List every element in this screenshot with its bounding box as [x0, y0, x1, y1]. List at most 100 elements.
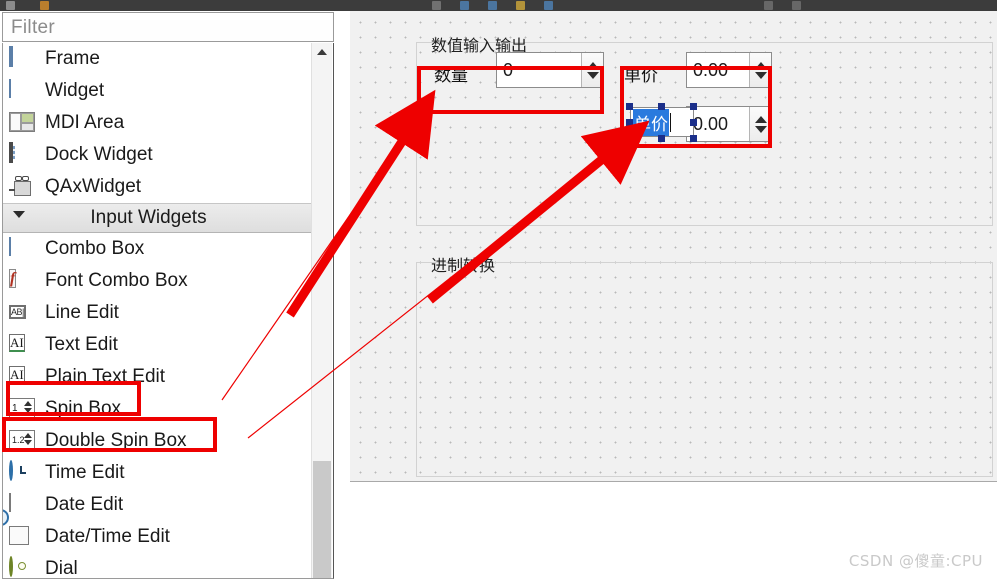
unit-price-spin-box[interactable]: 0.00 — [686, 52, 772, 88]
group-box-title: 进制转换 — [431, 258, 496, 275]
toolbar-icon-8[interactable] — [764, 1, 773, 10]
widget-item-label: Dock Widget — [45, 144, 153, 165]
designer-canvas-panel: 数值输入输出 进制转换 数量 0 单价 0.00 0.00 单价 CSDN @傻… — [338, 11, 997, 579]
selection-handle-bottom-right[interactable] — [690, 135, 697, 142]
widget-item-label: Frame — [45, 48, 100, 69]
double-spin-box-icon: 1.2 — [9, 430, 35, 452]
selection-handle-top-right[interactable] — [690, 103, 697, 110]
quantity-spin-box[interactable]: 0 — [496, 52, 604, 88]
line-edit-glyph: AB| — [9, 305, 26, 319]
widget-item-label: Dial — [45, 558, 78, 579]
plain-text-edit-glyph: AI — [9, 366, 25, 383]
selection-handle-mid-left[interactable] — [626, 119, 633, 126]
font-combo-box-icon: f — [9, 269, 35, 292]
widget-item-font-combo-box[interactable]: f Font Combo Box — [3, 265, 314, 297]
widget-item-label: QAxWidget — [45, 176, 142, 197]
widget-item-label: Date Edit — [45, 494, 124, 515]
quantity-spin-buttons[interactable] — [581, 53, 603, 87]
group-header-input-widgets[interactable]: Input Widgets — [3, 203, 314, 233]
toolbar-icon-7[interactable] — [544, 1, 553, 10]
widget-item-dial[interactable]: Dial — [3, 553, 314, 579]
widget-item-date-edit[interactable]: Date Edit — [3, 489, 314, 521]
unit-price-spin-box-value: 0.00 — [693, 59, 729, 80]
watermark: CSDN @傻童:CPU — [848, 552, 983, 570]
widget-item-label: Plain Text Edit — [45, 366, 166, 387]
widget-item-label: Widget — [45, 80, 105, 101]
widget-item-label: Date/Time Edit — [45, 526, 170, 547]
widget-item-label: Line Edit — [45, 302, 119, 323]
date-edit-icon — [9, 493, 35, 516]
widget-item-line-edit[interactable]: AB| Line Edit — [3, 297, 314, 329]
time-edit-icon — [9, 460, 35, 484]
line-edit-icon: AB| — [9, 302, 35, 324]
chevron-down-icon — [13, 211, 25, 218]
widget-item-label: Time Edit — [45, 462, 125, 483]
frame-icon — [9, 46, 35, 70]
toolbar-icon-5[interactable] — [488, 1, 497, 10]
unit-price-spin-buttons-2[interactable] — [749, 107, 771, 141]
scrollbar-thumb[interactable] — [313, 461, 331, 578]
mdi-area-icon — [9, 112, 35, 134]
widget-item-label: Text Edit — [45, 334, 118, 355]
plain-text-edit-icon: AI — [9, 366, 35, 388]
font-combo-glyph: f — [9, 269, 17, 288]
selection-handle-mid-right[interactable] — [690, 119, 697, 126]
app-root: Filter Frame Widget MDI Area Dock Widget… — [0, 0, 997, 579]
selection-handle-top-left[interactable] — [626, 103, 633, 110]
widget-item-plain-text-edit[interactable]: AI Plain Text Edit — [3, 361, 314, 393]
double-spin-box-glyph-value: 1.2 — [12, 435, 25, 445]
filter-input-wrapper[interactable]: Filter — [2, 12, 334, 42]
quantity-spin-box-value: 0 — [503, 59, 514, 80]
widget-item-frame[interactable]: Frame — [3, 43, 314, 75]
widget-box-panel: Filter Frame Widget MDI Area Dock Widget… — [0, 11, 338, 579]
text-edit-glyph: AI — [9, 334, 25, 352]
inline-label-editor[interactable]: 单价 — [630, 107, 694, 137]
widget-item-date-time-edit[interactable]: Date/Time Edit — [3, 509, 314, 553]
unit-price-label[interactable]: 单价 — [624, 61, 658, 86]
selection-handle-top-center[interactable] — [658, 103, 665, 110]
widget-list-scrollbar[interactable] — [311, 43, 332, 578]
selection-handle-bottom-center[interactable] — [658, 135, 665, 142]
inline-editor-selected-text: 单价 — [633, 108, 669, 136]
widget-item-text-edit[interactable]: AI Text Edit — [3, 329, 314, 361]
widget-item-time-edit[interactable]: Time Edit — [3, 457, 314, 489]
widget-item-widget[interactable]: Widget — [3, 75, 314, 107]
group-box-radix-conversion[interactable]: 进制转换 — [416, 258, 993, 477]
dock-widget-icon — [9, 142, 35, 166]
scroll-up-arrow-icon[interactable] — [312, 43, 332, 61]
toolbar-icon-6[interactable] — [516, 1, 525, 10]
dial-icon — [9, 556, 35, 578]
toolbar-icon-2[interactable] — [40, 1, 49, 10]
selection-handle-bottom-left[interactable] — [626, 135, 633, 142]
widget-item-dock-widget[interactable]: Dock Widget — [3, 139, 314, 171]
widget-item-label: MDI Area — [45, 112, 125, 133]
widget-item-double-spin-box[interactable]: 1.2 Double Spin Box — [3, 425, 314, 457]
filter-placeholder: Filter — [11, 17, 56, 38]
toolbar-icon-9[interactable] — [792, 1, 801, 10]
combo-box-icon — [3, 237, 35, 260]
toolbar-icon-1[interactable] — [6, 1, 15, 10]
qaxwidget-icon — [9, 176, 35, 198]
widget-item-label: Spin Box — [45, 398, 122, 419]
quantity-label[interactable]: 数量 — [434, 61, 468, 86]
widget-list-items: Frame Widget MDI Area Dock Widget QAxWid… — [3, 43, 314, 579]
text-caret — [670, 112, 671, 132]
widget-item-mdi-area[interactable]: MDI Area — [3, 107, 314, 139]
spin-box-glyph-value: 1 — [12, 402, 18, 414]
widget-item-label: Double Spin Box — [45, 430, 187, 451]
widget-item-qaxwidget[interactable]: QAxWidget — [3, 171, 314, 203]
date-time-edit-icon — [3, 509, 35, 548]
widget-item-spin-box[interactable]: 1 Spin Box — [3, 393, 314, 425]
widget-item-label: Combo Box — [45, 238, 145, 259]
widget-list[interactable]: Frame Widget MDI Area Dock Widget QAxWid… — [2, 43, 334, 579]
toolbar-icon-3[interactable] — [432, 1, 441, 10]
group-header-label: Input Widgets — [90, 207, 207, 228]
toolbar-icon-4[interactable] — [460, 1, 469, 10]
widget-icon — [9, 79, 35, 102]
widget-item-combo-box[interactable]: Combo Box — [3, 233, 314, 265]
text-edit-icon: AI — [9, 334, 35, 356]
form-canvas[interactable]: 数值输入输出 进制转换 数量 0 单价 0.00 0.00 单价 — [350, 11, 997, 482]
unit-price-spin-buttons[interactable] — [749, 53, 771, 87]
unit-price-spin-box-2[interactable]: 0.00 — [686, 106, 772, 142]
widget-item-label: Font Combo Box — [45, 270, 188, 291]
